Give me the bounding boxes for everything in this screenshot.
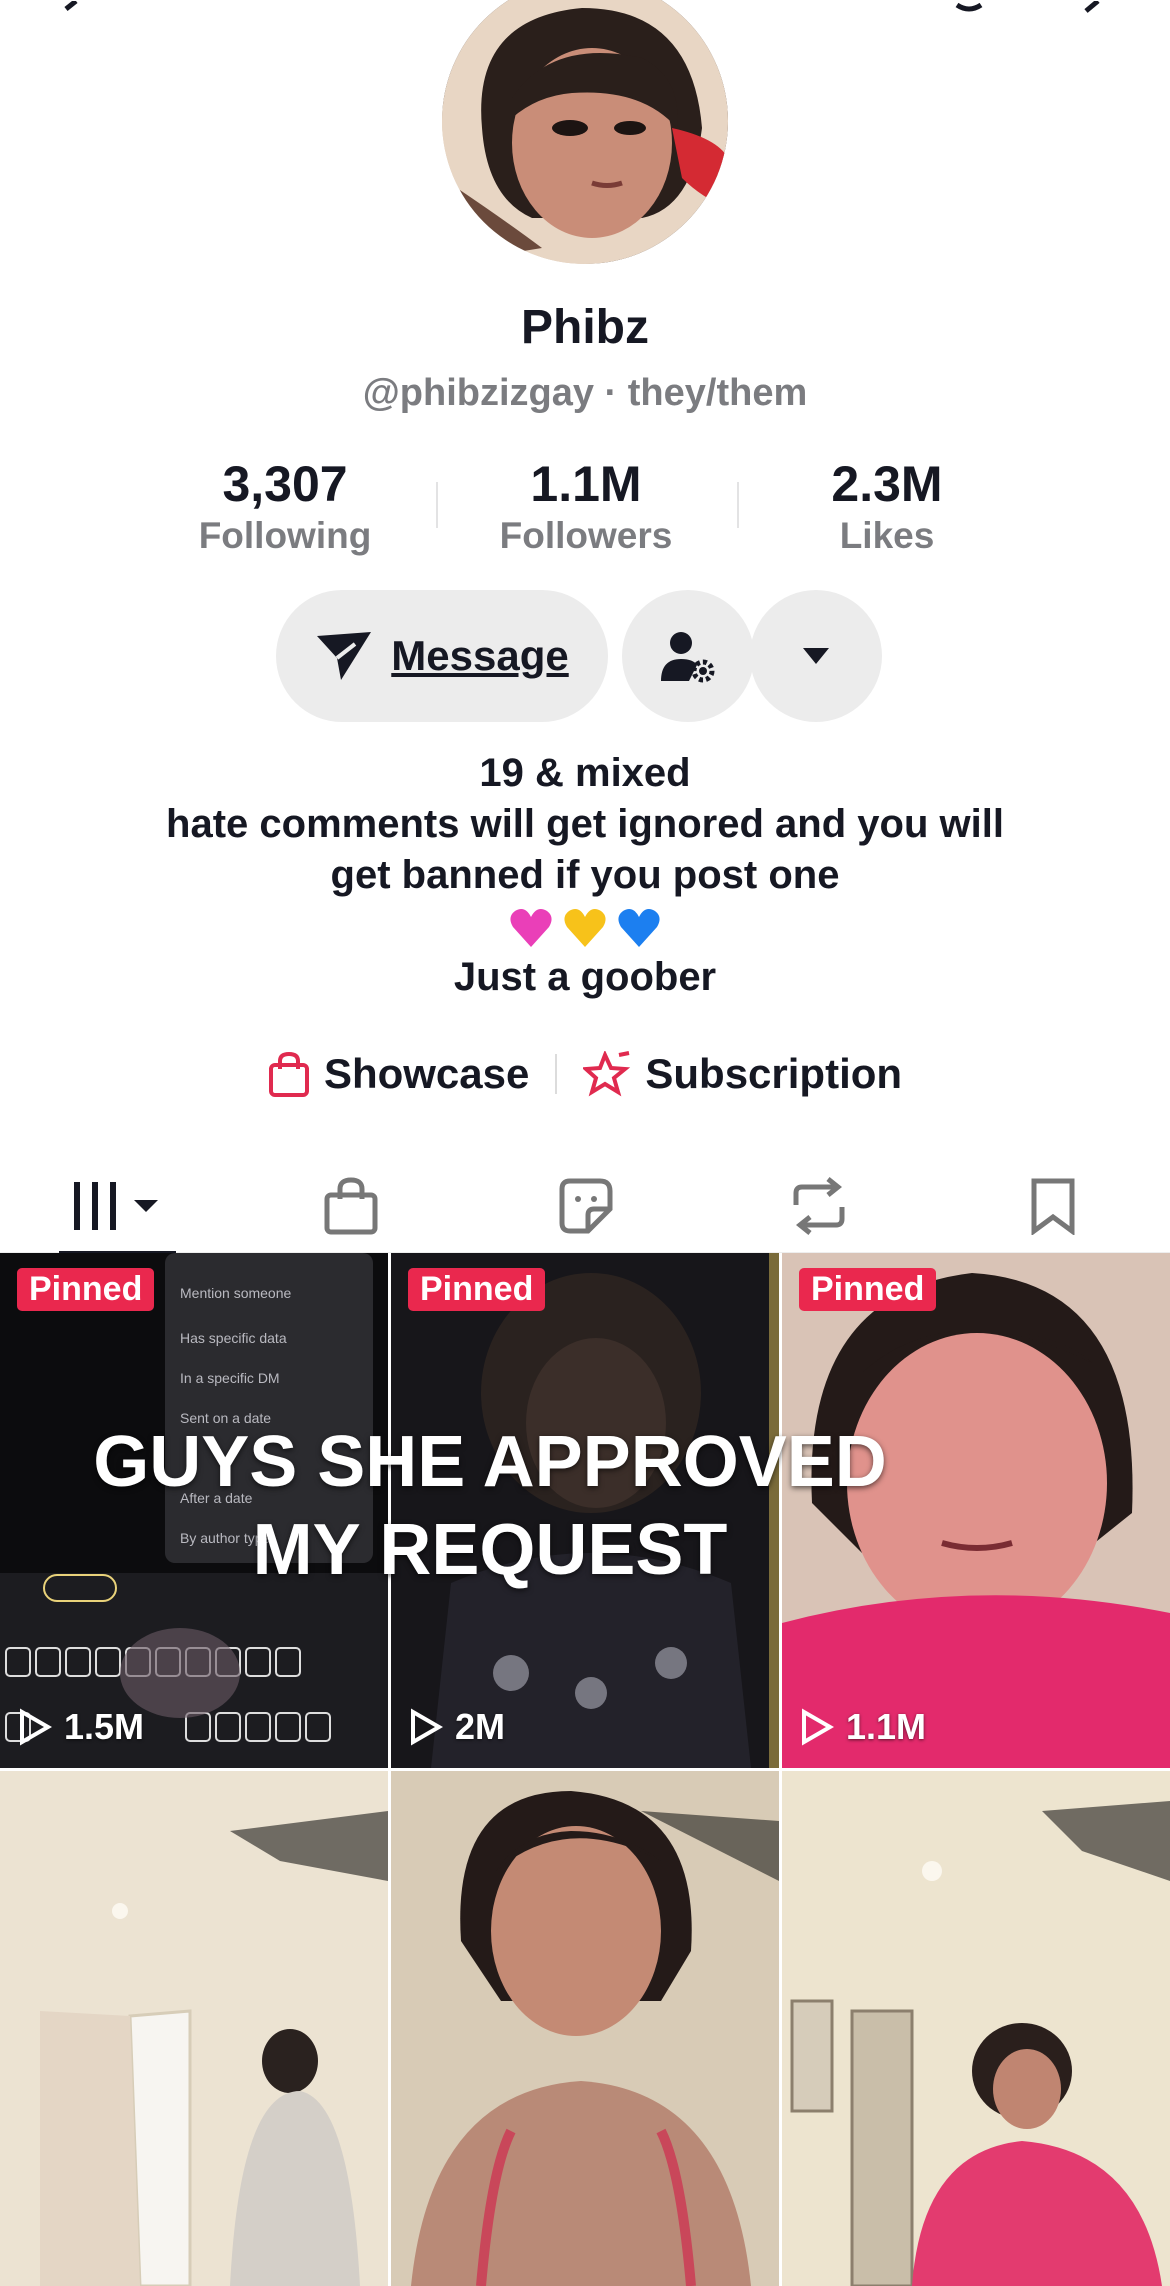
following-count: 3,307 [222, 456, 348, 512]
tab-videos[interactable] [0, 1160, 234, 1256]
bio: 19 & mixed hate comments will get ignore… [0, 748, 1170, 1003]
view-count: 1.5M [18, 1706, 144, 1748]
subscription-link[interactable]: Subscription [583, 1050, 902, 1098]
stat-divider [737, 482, 739, 528]
play-icon [20, 1708, 52, 1746]
person-settings-icon [661, 632, 715, 683]
message-button[interactable]: Message [276, 590, 608, 722]
shopping-bag-icon [268, 1051, 309, 1097]
view-count-value: 2M [455, 1706, 506, 1747]
play-icon [802, 1708, 834, 1746]
tab-shop[interactable] [234, 1160, 468, 1252]
repost-icon [793, 1177, 845, 1235]
stat-divider [436, 482, 438, 528]
profile-links: Showcase Subscription [0, 1050, 1170, 1098]
bio-line: hate comments will get ignored and you w… [166, 802, 1004, 846]
followers-label: Followers [499, 515, 673, 556]
view-count: 1.1M [800, 1706, 926, 1748]
links-divider [555, 1054, 558, 1094]
tab-reposts[interactable] [702, 1160, 936, 1252]
video-thumbnail[interactable] [782, 1771, 1170, 2286]
showcase-link[interactable]: Showcase [268, 1050, 529, 1098]
svg-text:Mention someone: Mention someone [180, 1285, 292, 1301]
content-tabs [0, 1160, 1170, 1256]
view-count: 2M [409, 1706, 505, 1748]
likes-count: 2.3M [831, 456, 943, 512]
video-overlay-caption: GUYS SHE APPROVED MY REQUEST [0, 1418, 980, 1594]
notification-icon[interactable] [955, 0, 995, 20]
stat-followers[interactable]: 1.1M Followers [466, 455, 706, 557]
display-name: Phibz [521, 301, 649, 354]
view-count-value: 1.5M [64, 1706, 145, 1747]
pinned-badge: Pinned [799, 1268, 937, 1311]
sticker-icon [559, 1178, 613, 1234]
send-icon [317, 632, 372, 680]
bio-line: get banned if you post one [330, 853, 840, 897]
username-pronouns: @phibzizgay · they/them [362, 372, 808, 414]
stat-likes[interactable]: 2.3M Likes [767, 455, 1007, 557]
caret-down-icon [803, 648, 829, 664]
blue-heart-icon [618, 908, 660, 947]
bio-emojis [0, 901, 1170, 952]
likes-label: Likes [839, 515, 935, 556]
shopping-bag-icon [324, 1177, 378, 1235]
pinned-badge: Pinned [408, 1268, 546, 1311]
stat-following[interactable]: 3,307 Following [165, 455, 405, 557]
view-count-value: 1.1M [846, 1706, 927, 1747]
video-thumbnail[interactable] [0, 1771, 388, 2286]
grid-lines-icon [74, 1182, 158, 1230]
back-icon[interactable] [58, 0, 98, 20]
tab-stickers[interactable] [468, 1160, 702, 1252]
showcase-label: Showcase [323, 1050, 530, 1097]
subscription-label: Subscription [645, 1050, 903, 1097]
pinned-badge: Pinned [17, 1268, 155, 1311]
svg-text:Has specific data: Has specific data [180, 1330, 287, 1346]
video-thumbnail[interactable] [391, 1771, 779, 2286]
bookmark-icon [1031, 1178, 1075, 1235]
bio-line: Just a goober [453, 955, 717, 999]
play-icon [411, 1708, 443, 1746]
followers-count: 1.1M [530, 456, 642, 512]
star-badge-icon [583, 1051, 631, 1097]
follow-settings-button[interactable] [622, 590, 754, 722]
more-options-button[interactable] [750, 590, 882, 722]
overlay-line: MY REQUEST [252, 1510, 728, 1590]
overlay-line: GUYS SHE APPROVED [93, 1422, 887, 1502]
share-icon[interactable] [1080, 0, 1120, 20]
pink-heart-icon [510, 908, 552, 947]
tab-favorites[interactable] [936, 1160, 1170, 1252]
following-label: Following [198, 515, 372, 556]
yellow-heart-icon [564, 908, 606, 947]
message-label: Message [391, 632, 569, 679]
avatar[interactable] [442, 0, 728, 264]
bio-line: 19 & mixed [479, 751, 691, 795]
svg-text:In a specific DM: In a specific DM [180, 1370, 280, 1386]
